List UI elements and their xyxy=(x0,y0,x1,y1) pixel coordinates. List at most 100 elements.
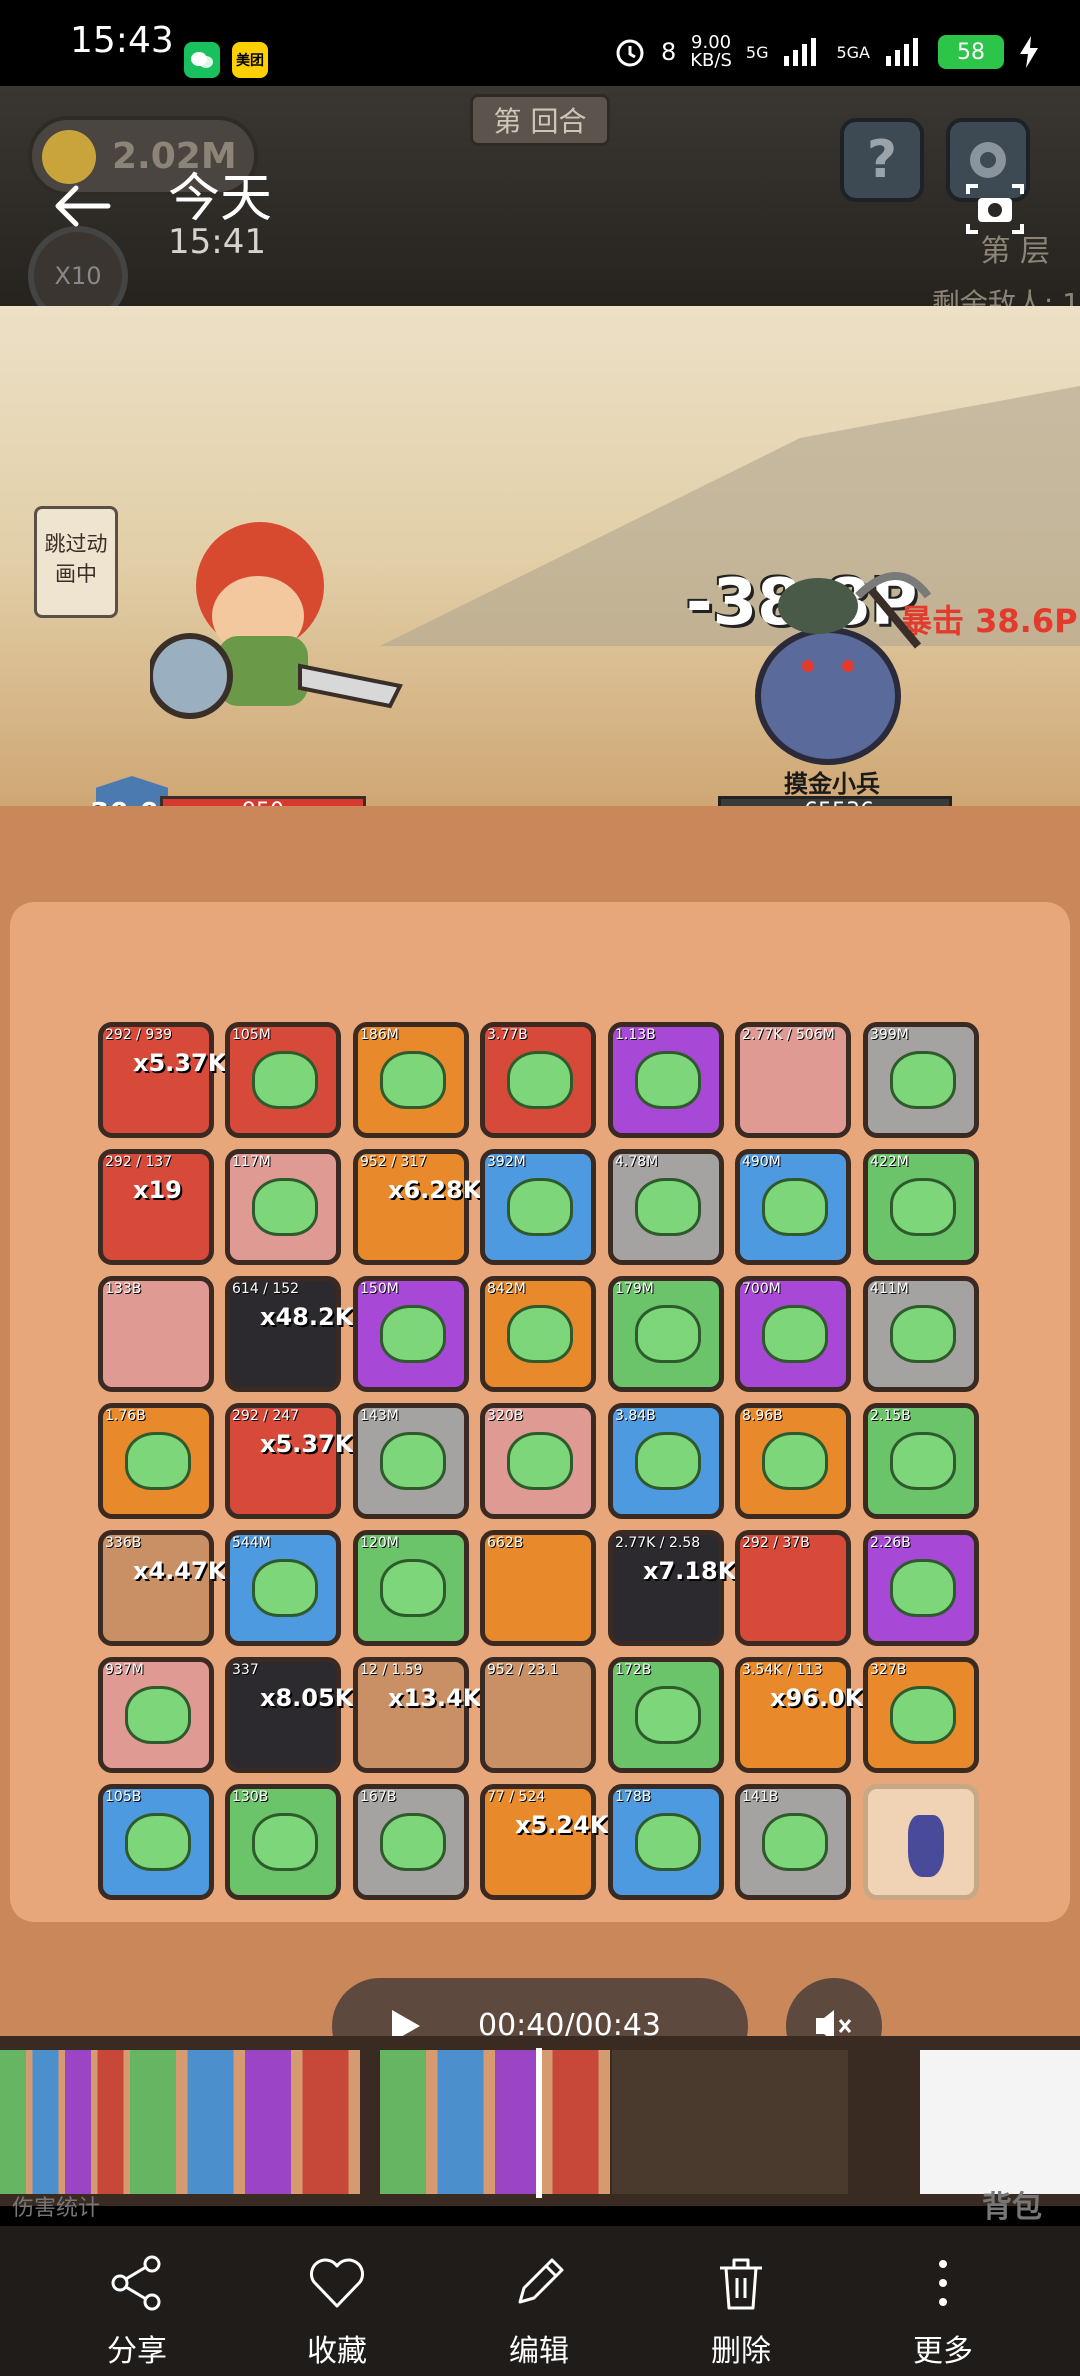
favorite-button[interactable]: 收藏 xyxy=(272,2252,402,2372)
tile: 120M xyxy=(353,1530,469,1646)
media-viewer[interactable]: 第 回合 2.02M ? 第 层 剩余敌人: 1 X10 今天 15:41 跳过… xyxy=(0,86,1080,2036)
enemy-name: 摸金小兵 xyxy=(784,770,880,798)
camera-icon[interactable] xyxy=(962,180,1028,238)
tile: 2.26B xyxy=(863,1530,979,1646)
edit-button[interactable]: 编辑 xyxy=(474,2252,604,2372)
game-help-button: ? xyxy=(840,118,924,202)
tile: 130B xyxy=(225,1784,341,1900)
tile: 1.13B xyxy=(608,1022,724,1138)
tile: 150M xyxy=(353,1276,469,1392)
tile: 186M xyxy=(353,1022,469,1138)
hero-character xyxy=(150,522,403,719)
tile: 178B xyxy=(608,1784,724,1900)
tile: 320B xyxy=(480,1403,596,1519)
signal-icon-2 xyxy=(886,38,918,66)
video-time: 00:40/00:43 xyxy=(478,2008,662,2036)
tile: 77 / 524 x5.24K xyxy=(480,1784,608,1900)
trash-icon xyxy=(720,2258,762,2310)
tile: 3.54K / 113 x96.0K xyxy=(735,1657,863,1773)
damage-stats-label: 伤害统计 xyxy=(12,2196,101,2221)
tile: 292 / 939 x5.37K xyxy=(98,1022,226,1138)
viewer-title: 今天 xyxy=(168,169,273,229)
tile: 141B xyxy=(735,1784,851,1900)
heart-icon xyxy=(309,2258,365,2308)
back-arrow-icon[interactable] xyxy=(52,182,112,230)
tile-vase xyxy=(863,1784,979,1900)
tile: 179M xyxy=(608,1276,724,1392)
tile: 327B xyxy=(863,1657,979,1773)
delete-button[interactable]: 删除 xyxy=(676,2252,806,2372)
tile: 12 / 1.59 x13.4K xyxy=(353,1657,481,1773)
meituan-icon: 美团 xyxy=(232,42,268,78)
net-speed: 9.00 KB/S xyxy=(690,32,732,71)
tile: 292 / 137 x19 xyxy=(98,1149,214,1265)
vase-icon xyxy=(908,1815,944,1877)
more-button[interactable]: 更多 xyxy=(878,2252,1008,2372)
tile: 614 / 152 x48.2K xyxy=(225,1276,353,1392)
tile: 105M xyxy=(225,1022,341,1138)
game-top-bar: 第 回合 2.02M ? 第 层 剩余敌人: 1 xyxy=(0,86,1080,320)
tile: 105B xyxy=(98,1784,214,1900)
tile: 2.15B xyxy=(863,1403,979,1519)
filmstrip-frame[interactable] xyxy=(0,2050,130,2194)
status-time: 15:43 xyxy=(70,20,174,61)
tile: 292 / 37B xyxy=(735,1530,851,1646)
tile: 336B x4.47K xyxy=(98,1530,226,1646)
bottom-action-bar: 分享 收藏 编辑 删除 更多 xyxy=(0,2226,1080,2376)
mute-icon xyxy=(816,2010,852,2036)
tile: 1.76B xyxy=(98,1403,214,1519)
tile: 133B xyxy=(98,1276,214,1392)
round-label: 第 回合 xyxy=(470,94,610,146)
play-icon[interactable] xyxy=(384,2006,424,2036)
filmstrip-frame[interactable] xyxy=(130,2050,360,2194)
viewer-subtitle: 15:41 xyxy=(168,222,266,262)
tile: 662B xyxy=(480,1530,596,1646)
filmstrip-frame[interactable] xyxy=(612,2050,848,2194)
tile: 842M xyxy=(480,1276,596,1392)
tile: 2.77K / 506M xyxy=(735,1022,851,1138)
status-bar: 15:43 美团 8 9.00 KB/S 5G 5GA 58 xyxy=(0,0,1080,86)
tile: 392M xyxy=(480,1149,596,1265)
tile: 2.77K / 2.58 x7.18K xyxy=(608,1530,736,1646)
net-5g-label: 5G xyxy=(745,42,769,62)
status-right: 8 9.00 KB/S 5G 5GA 58 xyxy=(613,34,1040,70)
filmstrip-frame[interactable] xyxy=(920,2050,1080,2194)
tile: 422M xyxy=(863,1149,979,1265)
share-icon xyxy=(111,2255,161,2311)
alarm-icon xyxy=(616,39,644,67)
tile: 490M xyxy=(735,1149,851,1265)
share-button[interactable]: 分享 xyxy=(72,2252,202,2372)
coin-icon xyxy=(42,130,96,184)
tile: 172B xyxy=(608,1657,724,1773)
tile: 952 / 317 x6.28K xyxy=(353,1149,481,1265)
filmstrip-frame[interactable] xyxy=(380,2050,610,2194)
mute-button[interactable] xyxy=(786,1978,882,2036)
tile: 4.78M xyxy=(608,1149,724,1265)
skip-animation-badge: 跳过动画中 xyxy=(34,506,118,618)
signal-label: 8 xyxy=(660,38,677,66)
battery-indicator: 58 xyxy=(938,35,1004,69)
playhead[interactable] xyxy=(536,2048,542,2198)
tile: 411M xyxy=(863,1276,979,1392)
tile: 3.84B xyxy=(608,1403,724,1519)
tile: 399M xyxy=(863,1022,979,1138)
net-5ga-label: 5GA xyxy=(836,42,870,62)
signal-icon xyxy=(784,38,817,66)
backpack-label: 背包 xyxy=(982,2190,1042,2225)
tile: 700M xyxy=(735,1276,851,1392)
tile: 8.96B xyxy=(735,1403,851,1519)
tile: 117M xyxy=(225,1149,341,1265)
charging-icon xyxy=(1020,36,1038,68)
wechat-icon xyxy=(184,42,220,78)
tile: 937M xyxy=(98,1657,214,1773)
pencil-icon xyxy=(518,2258,564,2304)
tile: 292 / 247 x5.37K xyxy=(225,1403,353,1519)
tile: 952 / 23.1 xyxy=(480,1657,596,1773)
tile: 3.77B xyxy=(480,1022,596,1138)
tile: 143M xyxy=(353,1403,469,1519)
tile: 544M xyxy=(225,1530,341,1646)
enemy-miner xyxy=(755,572,932,765)
tile: 337 x8.05K xyxy=(225,1657,353,1773)
tile: 167B xyxy=(353,1784,469,1900)
more-vertical-icon xyxy=(939,2260,947,2306)
